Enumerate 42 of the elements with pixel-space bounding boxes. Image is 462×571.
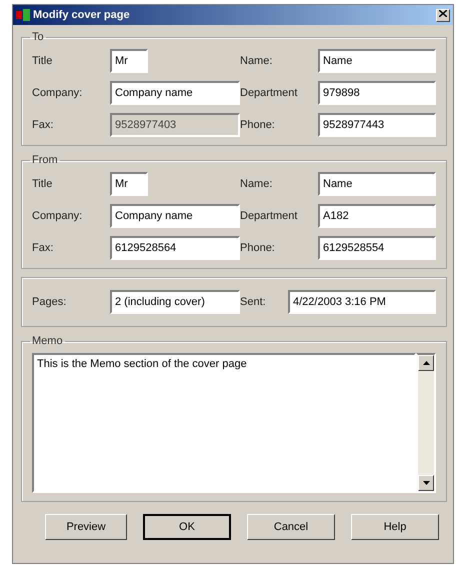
field-label: Name: (240, 55, 274, 67)
text-field[interactable]: 4/22/2003 3:16 PM (288, 290, 436, 314)
field-label: Company: (32, 210, 84, 222)
text-field[interactable]: Company name (110, 204, 240, 228)
field-label: Department (240, 87, 298, 99)
scrollbar[interactable] (416, 353, 436, 493)
field-label: Fax: (32, 242, 54, 254)
field-label: Sent: (240, 296, 267, 308)
text-field[interactable]: Mr (110, 49, 148, 73)
text-field[interactable]: Company name (110, 81, 240, 105)
group-title: To (31, 31, 45, 43)
memo-field[interactable]: This is the Memo section of the cover page (32, 353, 416, 493)
field-label: Department (240, 210, 298, 222)
text-field[interactable]: 6129528564 (110, 236, 240, 260)
text-field[interactable]: 979898 (318, 81, 436, 105)
close-button[interactable] (436, 8, 450, 22)
dialog-button[interactable]: Cancel (247, 514, 335, 540)
field-label: Name: (240, 178, 274, 190)
text-field[interactable]: Mr (110, 172, 148, 196)
group-title: Memo (31, 335, 64, 347)
text-field[interactable]: Name (318, 172, 436, 196)
text-field[interactable]: 6129528554 (318, 236, 436, 260)
field-label: Title (32, 178, 54, 190)
app-icon (16, 9, 30, 21)
field-label: Title (32, 55, 54, 67)
field-label: Phone: (240, 119, 276, 131)
dialog-button[interactable]: Preview (45, 514, 127, 540)
dialog-button[interactable]: Help (351, 514, 439, 540)
text-field[interactable]: 9528977443 (318, 113, 436, 137)
close-icon (439, 10, 447, 17)
text-field[interactable]: Name (318, 49, 436, 73)
window-title: Modify cover page (33, 9, 131, 21)
group-title: From (31, 154, 59, 166)
field-label: Phone: (240, 242, 276, 254)
text-field[interactable]: 2 (including cover) (110, 290, 240, 314)
scroll-down-icon[interactable] (418, 475, 434, 491)
scroll-up-icon[interactable] (418, 355, 434, 371)
dialog-button[interactable]: OK (143, 514, 231, 540)
field-label: Pages: (32, 296, 68, 308)
field-label: Company: (32, 87, 84, 99)
text-field[interactable]: A182 (318, 204, 436, 228)
field-label: Fax: (32, 119, 54, 131)
